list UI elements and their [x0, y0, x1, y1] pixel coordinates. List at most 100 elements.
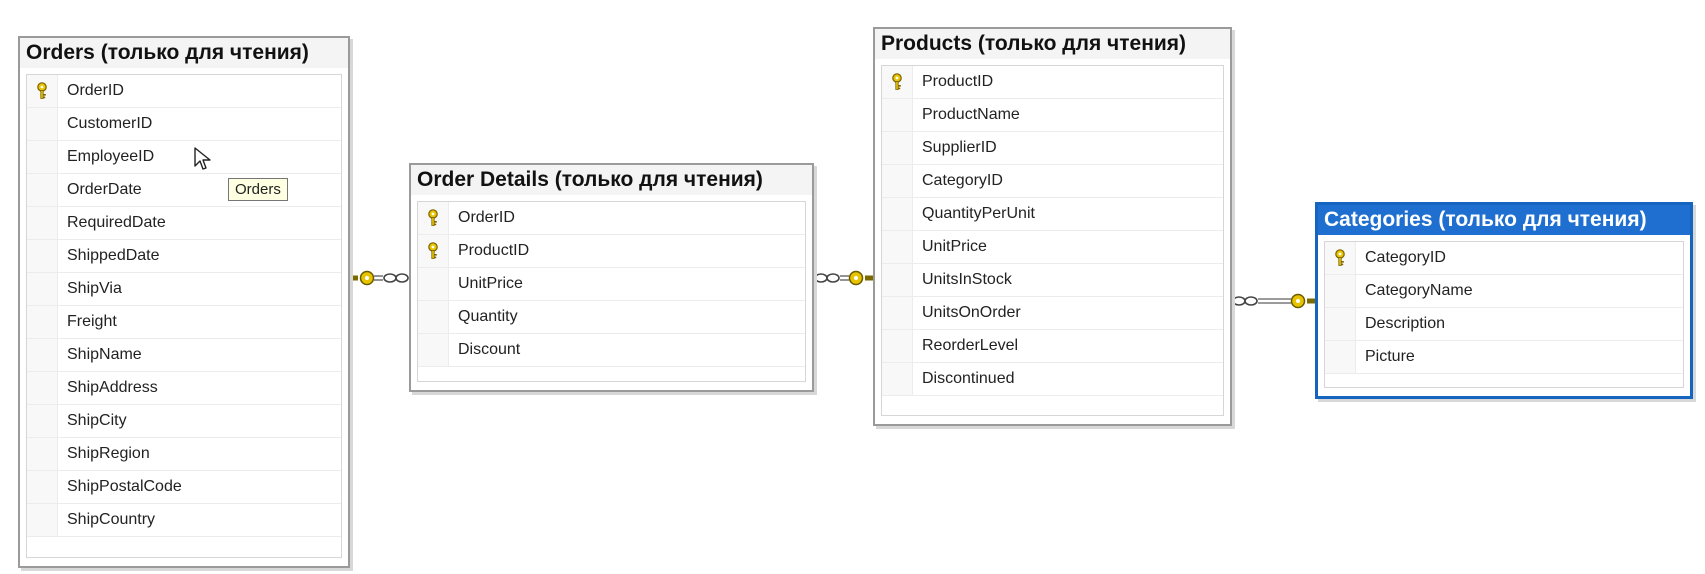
column-name: CategoryID	[922, 172, 1003, 189]
column-row[interactable]: SupplierID	[882, 132, 1223, 165]
table-title[interactable]: Products (только для чтения)	[875, 29, 1230, 59]
row-selector[interactable]	[418, 235, 449, 267]
column-row[interactable]: RequiredDate	[27, 207, 341, 240]
row-selector[interactable]	[882, 297, 913, 329]
column-name: ProductName	[922, 106, 1020, 123]
row-selector[interactable]	[27, 273, 58, 305]
orders-table[interactable]: Orders (только для чтения) OrderID Custom…	[18, 36, 350, 568]
column-row[interactable]: UnitsInStock	[882, 264, 1223, 297]
column-row[interactable]: ProductID	[418, 235, 805, 268]
column-name: QuantityPerUnit	[922, 205, 1035, 222]
mouse-cursor-icon	[194, 147, 211, 170]
primary-key-icon	[428, 242, 438, 259]
one-end-key-hole	[854, 276, 858, 280]
row-selector[interactable]	[882, 231, 913, 263]
column-name: ShipName	[67, 346, 142, 363]
row-selector[interactable]	[27, 108, 58, 140]
column-row[interactable]: ProductID	[882, 66, 1223, 99]
column-row[interactable]: Discount	[418, 334, 805, 367]
row-selector[interactable]	[27, 306, 58, 338]
column-row[interactable]: UnitsOnOrder	[882, 297, 1223, 330]
many-end-infinity-icon	[814, 273, 828, 283]
column-row[interactable]: CategoryName	[1325, 275, 1683, 308]
column-row[interactable]: Freight	[27, 306, 341, 339]
many-end-infinity-icon	[383, 273, 397, 283]
column-name: UnitPrice	[458, 275, 523, 292]
column-row[interactable]: UnitPrice	[882, 231, 1223, 264]
column-row[interactable]: ShipCountry	[27, 504, 341, 537]
row-selector[interactable]	[882, 264, 913, 296]
column-row[interactable]: EmployeeID	[27, 141, 341, 174]
column-row[interactable]: ProductName	[882, 99, 1223, 132]
row-selector[interactable]	[27, 438, 58, 470]
column-grid: OrderID ProductID UnitPrice Quantity Discoun…	[417, 201, 806, 382]
order-details-table[interactable]: Order Details (только для чтения) OrderI…	[409, 163, 814, 392]
row-selector[interactable]	[418, 301, 449, 333]
column-row[interactable]: OrderID	[418, 202, 805, 235]
column-name: UnitsOnOrder	[922, 304, 1021, 321]
row-selector[interactable]	[1325, 275, 1356, 307]
column-name: ShipVia	[67, 280, 122, 297]
row-selector[interactable]	[882, 363, 913, 395]
table-title[interactable]: Orders (только для чтения)	[20, 38, 348, 68]
row-selector[interactable]	[27, 471, 58, 503]
row-selector[interactable]	[27, 174, 58, 206]
column-row[interactable]: Quantity	[418, 301, 805, 334]
row-selector[interactable]	[27, 207, 58, 239]
column-row[interactable]: ShipName	[27, 339, 341, 372]
row-selector[interactable]	[27, 141, 58, 173]
column-row[interactable]: ReorderLevel	[882, 330, 1223, 363]
row-selector[interactable]	[882, 99, 913, 131]
column-row[interactable]: OrderDate	[27, 174, 341, 207]
one-end-key-hole	[1296, 299, 1300, 303]
row-selector[interactable]	[882, 165, 913, 197]
primary-key-icon	[428, 209, 438, 226]
row-selector[interactable]	[27, 405, 58, 437]
row-selector[interactable]	[27, 75, 58, 107]
column-row[interactable]: ShipAddress	[27, 372, 341, 405]
column-row[interactable]: ShipCity	[27, 405, 341, 438]
row-selector[interactable]	[418, 202, 449, 234]
row-selector[interactable]	[882, 66, 913, 98]
categories-table[interactable]: Categories (только для чтения) CategoryI…	[1315, 202, 1693, 399]
column-row[interactable]: Picture	[1325, 341, 1683, 374]
row-selector[interactable]	[418, 268, 449, 300]
column-name: ShipRegion	[67, 445, 150, 462]
column-name: Discontinued	[922, 370, 1015, 387]
column-row[interactable]: Discontinued	[882, 363, 1223, 396]
row-selector[interactable]	[882, 132, 913, 164]
column-row[interactable]: ShipVia	[27, 273, 341, 306]
column-row[interactable]: ShipRegion	[27, 438, 341, 471]
row-selector[interactable]	[27, 339, 58, 371]
row-selector[interactable]	[1325, 308, 1356, 340]
row-selector[interactable]	[882, 198, 913, 230]
row-selector[interactable]	[418, 334, 449, 366]
row-selector[interactable]	[1325, 242, 1356, 274]
column-row[interactable]: CustomerID	[27, 108, 341, 141]
column-name: Quantity	[458, 308, 518, 325]
products-table[interactable]: Products (только для чтения) ProductID Pr…	[873, 27, 1232, 426]
row-selector[interactable]	[27, 240, 58, 272]
row-selector[interactable]	[882, 330, 913, 362]
column-row[interactable]: UnitPrice	[418, 268, 805, 301]
many-end-infinity-icon	[395, 273, 409, 283]
column-name: ShipCountry	[67, 511, 156, 528]
table-title[interactable]: Categories (только для чтения)	[1318, 205, 1690, 235]
column-row[interactable]: OrderID	[27, 75, 341, 108]
column-row[interactable]: Description	[1325, 308, 1683, 341]
column-name: ShipPostalCode	[67, 478, 182, 495]
column-row[interactable]: ShippedDate	[27, 240, 341, 273]
column-name: CategoryID	[1365, 249, 1446, 266]
column-row[interactable]: QuantityPerUnit	[882, 198, 1223, 231]
column-row[interactable]: CategoryID	[1325, 242, 1683, 275]
column-row[interactable]: ShipPostalCode	[27, 471, 341, 504]
row-selector[interactable]	[1325, 341, 1356, 373]
primary-key-icon	[892, 73, 902, 90]
column-name: ReorderLevel	[922, 337, 1019, 354]
column-name: Freight	[67, 313, 117, 330]
column-row[interactable]: CategoryID	[882, 165, 1223, 198]
primary-key-icon	[37, 82, 47, 99]
table-title[interactable]: Order Details (только для чтения)	[411, 165, 812, 195]
row-selector[interactable]	[27, 372, 58, 404]
row-selector[interactable]	[27, 504, 58, 536]
